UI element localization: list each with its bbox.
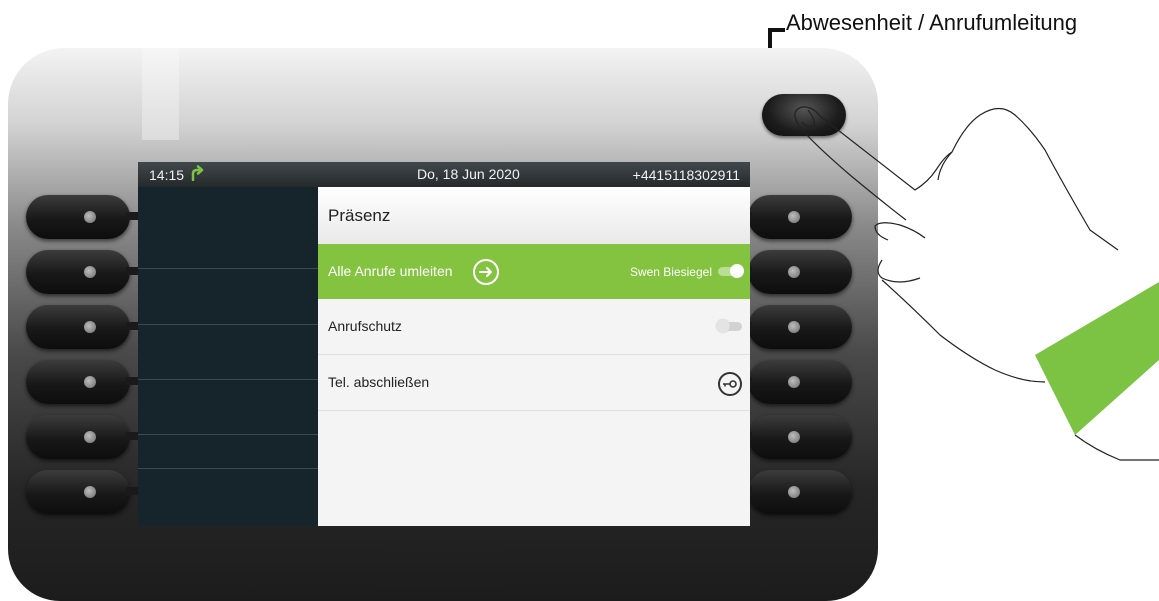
- divider: [138, 468, 318, 469]
- sleeve-cuff: [1035, 282, 1159, 435]
- toggle-knob: [716, 319, 730, 333]
- menu-title: Präsenz: [328, 206, 391, 225]
- key-dot: [84, 431, 96, 443]
- key-dot: [84, 376, 96, 388]
- menu-item-lock-phone[interactable]: Tel. abschließen: [318, 355, 750, 410]
- call-forward-icon: [190, 165, 204, 184]
- led-strip: [142, 48, 179, 140]
- menu-item-forward-all-calls[interactable]: Alle Anrufe umleiten Swen Biesiegel: [318, 244, 750, 299]
- left-softkey-6[interactable]: [26, 470, 130, 514]
- menu-panel: Präsenz Alle Anrufe umleiten Swen Biesie…: [318, 187, 750, 526]
- divider: [138, 324, 318, 325]
- left-softkey-4[interactable]: [26, 360, 130, 404]
- dnd-toggle[interactable]: [716, 319, 742, 333]
- left-softkey-3[interactable]: [26, 305, 130, 349]
- phone-display: 14:15 Do, 18 Jun 2020 +4415118302911 Prä…: [138, 162, 750, 526]
- status-date: Do, 18 Jun 2020: [417, 166, 520, 182]
- left-softkey-1[interactable]: [26, 195, 130, 239]
- key-dot: [84, 321, 96, 333]
- right-softkey-6[interactable]: [748, 470, 852, 514]
- left-softkey-5[interactable]: [26, 415, 130, 459]
- status-bar: 14:15 Do, 18 Jun 2020 +4415118302911: [138, 162, 750, 187]
- menu-header: Präsenz: [318, 187, 750, 245]
- forward-toggle[interactable]: [718, 264, 744, 278]
- forward-target-name: Swen Biesiegel: [629, 265, 712, 279]
- hand-pointer-illustration: [794, 106, 1159, 461]
- key-dot: [84, 211, 96, 223]
- key-lock-icon: [718, 372, 742, 396]
- left-softkey-2[interactable]: [26, 250, 130, 294]
- callout-label: Abwesenheit / Anrufumleitung: [786, 10, 1078, 35]
- left-softkey-panel: [138, 187, 318, 526]
- menu-item-label: Alle Anrufe umleiten: [328, 263, 453, 279]
- menu-item-do-not-disturb[interactable]: Anrufschutz: [318, 299, 750, 354]
- menu-item-label: Anrufschutz: [328, 318, 402, 334]
- status-phone-number: +4415118302911: [632, 167, 740, 183]
- row-divider: [318, 410, 750, 411]
- key-dot: [788, 486, 800, 498]
- key-dot: [84, 486, 96, 498]
- toggle-knob: [730, 264, 744, 278]
- menu-item-label: Tel. abschließen: [328, 374, 430, 390]
- arrow-right-circle-icon[interactable]: [473, 259, 499, 285]
- divider: [138, 268, 318, 269]
- divider: [138, 434, 318, 435]
- key-dot: [84, 266, 96, 278]
- divider: [138, 379, 318, 380]
- status-time: 14:15: [149, 167, 185, 183]
